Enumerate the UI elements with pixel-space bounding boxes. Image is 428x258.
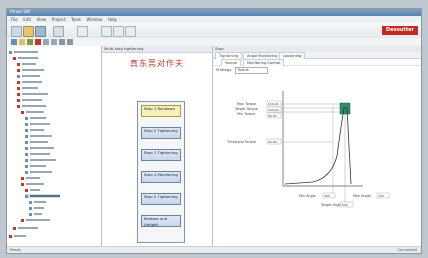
- tree-node[interactable]: [17, 98, 42, 102]
- app-window: Pewa SW File Edit View Project Tools Win…: [6, 8, 422, 254]
- target-window: [339, 102, 351, 115]
- value-field[interactable]: 110.00: [266, 100, 282, 107]
- menu-help[interactable]: Help: [108, 17, 117, 22]
- brand-logo: Desoutter: [382, 26, 418, 35]
- menu-project[interactable]: Project: [52, 17, 66, 22]
- program-panel-header: Multi-step tightening: [102, 46, 212, 53]
- min-torque-label: Min Torque: [237, 112, 255, 116]
- connect-icon[interactable]: [101, 26, 112, 37]
- menu-edit[interactable]: Edit: [23, 17, 31, 22]
- min-angle-label: Min Angle: [299, 194, 316, 198]
- step-block[interactable]: Step 2 Tightening: [141, 127, 181, 139]
- tree-node[interactable]: [13, 226, 38, 230]
- tree-node[interactable]: [17, 68, 44, 72]
- step-stack: Step 1 Rundown Step 2 Tightening Step 3 …: [137, 101, 185, 243]
- save-icon[interactable]: [35, 26, 46, 37]
- open-icon[interactable]: [23, 26, 34, 37]
- receive-icon[interactable]: [125, 26, 136, 37]
- program-panel: Multi-step tightening 真东莞对作夫 Step 1 Rund…: [102, 46, 213, 246]
- value-field[interactable]: 720: [376, 192, 390, 199]
- connection-status: Connected: [397, 248, 417, 252]
- tree-node[interactable]: [9, 50, 38, 54]
- status-bar: Ready Connected: [7, 246, 421, 253]
- step-block[interactable]: Step 1 Rundown: [141, 105, 181, 117]
- target-torque-label: Target Torque: [234, 107, 258, 111]
- tree-node[interactable]: [25, 140, 48, 144]
- delete-icon[interactable]: [35, 39, 41, 45]
- copy-icon[interactable]: [43, 39, 49, 45]
- value-field[interactable]: 20.00: [266, 138, 282, 145]
- menu-file[interactable]: File: [11, 17, 18, 22]
- tree-icon[interactable]: [11, 39, 17, 45]
- settings-icon[interactable]: [67, 39, 73, 45]
- tree-node[interactable]: [25, 122, 50, 126]
- value-field[interactable]: 90.00: [266, 112, 282, 119]
- tree-node[interactable]: [25, 128, 44, 132]
- project-tree: [7, 46, 102, 246]
- tree-node[interactable]: [25, 158, 56, 162]
- tree-node[interactable]: [17, 74, 40, 78]
- svg-text:110.00: 110.00: [268, 102, 279, 106]
- tree-node[interactable]: [29, 212, 42, 216]
- svg-text:540: 540: [342, 203, 348, 207]
- tree-node[interactable]: [17, 62, 36, 66]
- menubar: File Edit View Project Tools Window Help: [7, 16, 421, 23]
- svg-text:360: 360: [324, 194, 330, 198]
- svg-text:90.00: 90.00: [268, 114, 277, 118]
- step-block[interactable]: Step 5 Tightening: [141, 193, 181, 205]
- threshold-label: Threshold Torque: [226, 140, 256, 144]
- tree-node[interactable]: [21, 110, 44, 114]
- tree-node[interactable]: [25, 164, 46, 168]
- menu-window[interactable]: Window: [86, 17, 102, 22]
- window-title: Pewa SW: [10, 10, 31, 15]
- undo-icon[interactable]: [77, 26, 88, 37]
- tree-node[interactable]: [17, 86, 38, 90]
- tree-node[interactable]: [25, 134, 52, 138]
- step-parameters-panel: Step Tightening Angle Monitoring Looseni…: [213, 46, 421, 246]
- window-titlebar: Pewa SW: [7, 9, 421, 16]
- svg-text:720: 720: [378, 194, 384, 198]
- svg-text:20.00: 20.00: [268, 140, 277, 144]
- max-angle-label: Max Angle: [353, 194, 371, 198]
- menu-tools[interactable]: Tools: [71, 17, 81, 22]
- tree-node[interactable]: [29, 200, 46, 204]
- tree-node-selected[interactable]: [25, 194, 60, 198]
- tree-node[interactable]: [25, 152, 50, 156]
- tree-node[interactable]: [17, 104, 46, 108]
- add-icon[interactable]: [27, 39, 33, 45]
- tree-node[interactable]: [17, 92, 48, 96]
- print-icon[interactable]: [53, 26, 64, 37]
- send-icon[interactable]: [113, 26, 124, 37]
- new-icon[interactable]: [11, 26, 22, 37]
- value-field[interactable]: 360: [322, 192, 336, 199]
- tree-node[interactable]: [9, 234, 26, 238]
- max-torque-label: Max Torque: [237, 102, 256, 106]
- tree-node[interactable]: [25, 116, 46, 120]
- value-field[interactable]: 100.00: [266, 106, 282, 113]
- step-block[interactable]: Release and Untight: [141, 215, 181, 227]
- step-block[interactable]: Step 4 Monitoring: [141, 171, 181, 183]
- folder-icon[interactable]: [19, 39, 25, 45]
- tree-node[interactable]: [25, 188, 40, 192]
- tree-node[interactable]: [29, 206, 44, 210]
- step-block[interactable]: Step 3 Tightening: [141, 149, 181, 161]
- tree-node[interactable]: [21, 218, 50, 222]
- status-text: Ready: [10, 248, 22, 252]
- torque-angle-graph: Max Torque Target Torque Min Torque Thre…: [226, 91, 390, 208]
- paste-icon[interactable]: [51, 39, 57, 45]
- tree-node[interactable]: [17, 80, 42, 84]
- search-icon[interactable]: [59, 39, 65, 45]
- menu-view[interactable]: View: [37, 17, 47, 22]
- tree-node[interactable]: [13, 56, 38, 60]
- torque-curve: [284, 107, 352, 185]
- target-angle-label: Target Angle: [320, 203, 342, 207]
- tree-node[interactable]: [21, 176, 40, 180]
- tree-node[interactable]: [21, 182, 44, 186]
- svg-text:100.00: 100.00: [268, 108, 279, 112]
- program-title: 真东莞对作夫: [130, 59, 184, 68]
- main-toolbar: Desoutter: [7, 23, 421, 39]
- tree-node[interactable]: [25, 170, 52, 174]
- value-field[interactable]: 540: [340, 201, 354, 208]
- tree-node[interactable]: [25, 146, 54, 150]
